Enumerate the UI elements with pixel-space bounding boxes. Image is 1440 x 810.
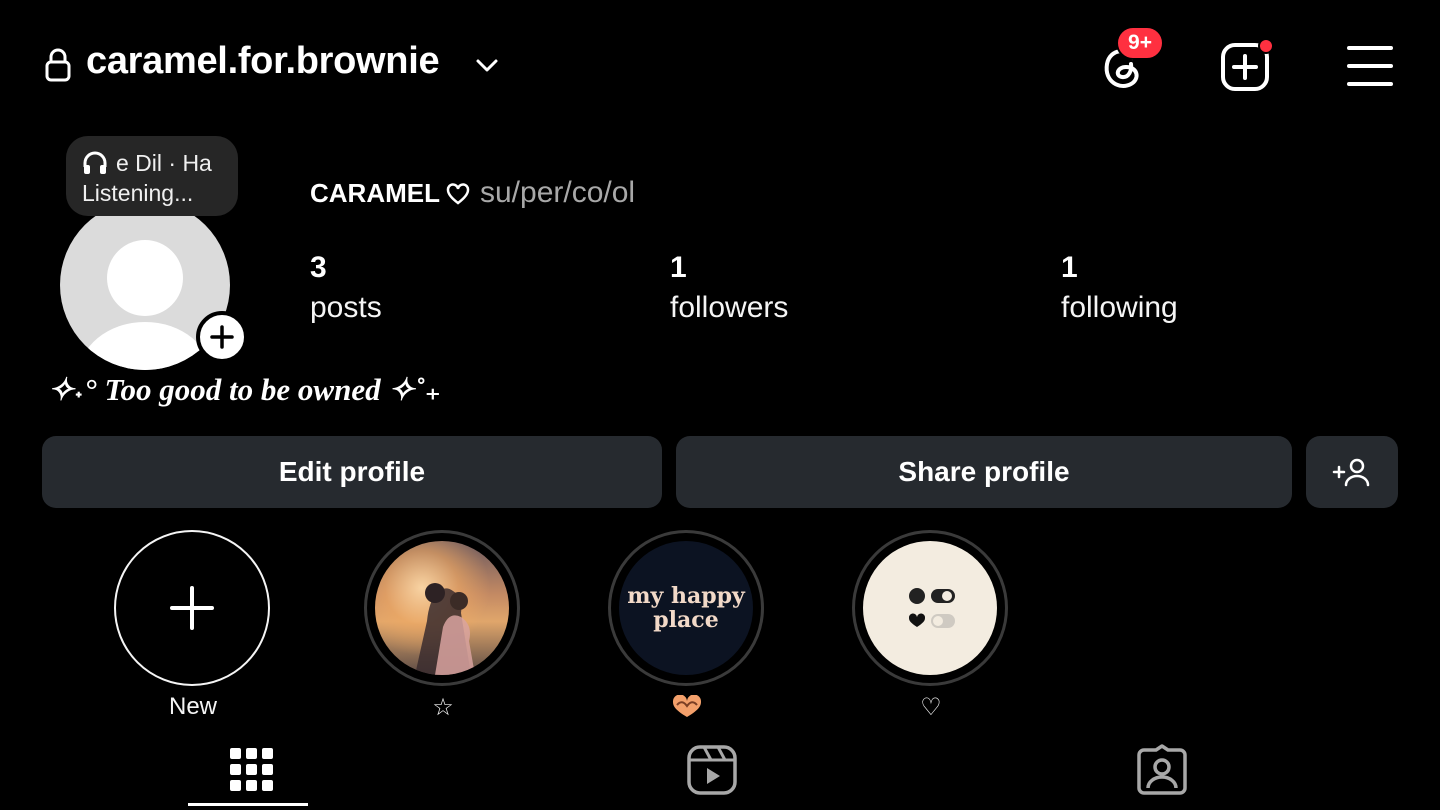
highlight-new[interactable]: New bbox=[114, 530, 272, 722]
heart-icon bbox=[446, 182, 470, 205]
headphones-icon bbox=[83, 151, 107, 174]
note-status: Listening... bbox=[82, 180, 194, 206]
display-name-text: CARAMEL bbox=[310, 178, 440, 208]
highlight-cover[interactable] bbox=[364, 530, 520, 686]
top-bar: caramel.for.brownie 9+ bbox=[0, 0, 1440, 130]
add-person-icon bbox=[1332, 458, 1370, 487]
discover-people-button[interactable] bbox=[1306, 436, 1398, 508]
chevron-down-icon[interactable] bbox=[474, 52, 500, 78]
followers-stat[interactable]: 1 followers bbox=[670, 248, 788, 328]
new-activity-dot bbox=[1258, 38, 1274, 54]
highlight-label bbox=[608, 692, 766, 722]
bio: ✧˖° Too good to be owned ✧˚₊ bbox=[48, 372, 441, 407]
highlight-star[interactable]: ☆ bbox=[364, 530, 522, 722]
highlight-cover[interactable] bbox=[114, 530, 270, 686]
display-name: CARAMEL bbox=[310, 178, 470, 209]
cover-text-line: place bbox=[653, 607, 719, 633]
add-story-button[interactable] bbox=[196, 311, 248, 363]
highlight-cover[interactable]: my happy place bbox=[608, 530, 764, 686]
reels-icon[interactable] bbox=[686, 744, 738, 796]
highlight-label: ♡ bbox=[920, 693, 942, 721]
plus-icon bbox=[170, 586, 214, 630]
highlight-happy-place[interactable]: my happy place bbox=[608, 530, 766, 722]
highlight-text-cover: my happy place bbox=[619, 541, 753, 675]
notification-badge: 9+ bbox=[1116, 26, 1164, 60]
posts-count: 3 bbox=[310, 251, 327, 284]
following-label: following bbox=[1061, 291, 1178, 324]
following-stat[interactable]: 1 following bbox=[1061, 248, 1178, 328]
highlight-photo bbox=[375, 541, 509, 675]
highlight-toggles-cover bbox=[863, 541, 997, 675]
followers-count: 1 bbox=[670, 251, 687, 284]
following-count: 1 bbox=[1061, 251, 1078, 284]
tagged-icon[interactable] bbox=[1136, 744, 1188, 796]
active-tab-indicator bbox=[188, 803, 308, 806]
highlight-label: ☆ bbox=[432, 693, 454, 721]
highlight-label: New bbox=[168, 693, 217, 720]
edit-profile-button[interactable]: Edit profile bbox=[42, 436, 662, 508]
heart-hands-icon bbox=[672, 695, 702, 717]
posts-stat[interactable]: 3 posts bbox=[310, 248, 382, 328]
note-song-title: e Dil · Ha bbox=[116, 149, 212, 176]
posts-label: posts bbox=[310, 291, 382, 324]
highlight-heart[interactable]: ♡ bbox=[852, 530, 1010, 722]
cover-text-line: my happy bbox=[627, 583, 745, 609]
menu-icon[interactable] bbox=[1346, 44, 1394, 88]
username-switcher[interactable]: caramel.for.brownie bbox=[86, 40, 440, 83]
highlight-cover[interactable] bbox=[852, 530, 1008, 686]
grid-icon[interactable] bbox=[226, 744, 278, 796]
lock-icon bbox=[45, 48, 71, 82]
plus-icon bbox=[210, 325, 234, 349]
share-profile-button[interactable]: Share profile bbox=[676, 436, 1292, 508]
pronouns: su/per/co/ol bbox=[480, 176, 636, 209]
note-bubble[interactable]: e Dil · Ha Listening... bbox=[66, 136, 238, 216]
followers-label: followers bbox=[670, 291, 789, 324]
